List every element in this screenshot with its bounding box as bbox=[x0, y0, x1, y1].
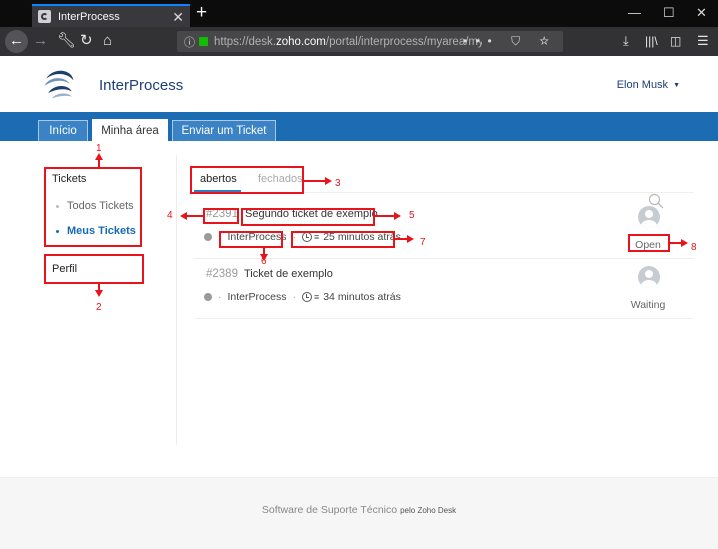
annotation-arrow-4 bbox=[180, 212, 187, 220]
close-tab-icon[interactable]: ✕ bbox=[172, 10, 184, 24]
annotation-box-5 bbox=[241, 208, 375, 226]
annotation-arrow-5 bbox=[394, 212, 401, 220]
user-menu[interactable]: Elon Musk ▼ bbox=[617, 79, 680, 91]
ticket-time-ago: 34 minutos atrás bbox=[323, 291, 401, 303]
sidebar-toggle-icon[interactable]: ◫ bbox=[670, 33, 681, 49]
site-info-icon[interactable]: ⓘ bbox=[184, 34, 195, 50]
status-dot-icon bbox=[204, 293, 212, 301]
footer-text: Software de Suporte Técnico pelo Zoho Des… bbox=[0, 504, 718, 516]
annotation-line-7 bbox=[395, 238, 407, 240]
user-name: Elon Musk bbox=[616, 79, 669, 91]
annotation-arrow-7 bbox=[407, 235, 414, 243]
ticket-subject[interactable]: Ticket de exemplo bbox=[244, 268, 333, 280]
nav-tab-minha-area[interactable]: Minha área bbox=[92, 119, 168, 141]
annotation-line-3 bbox=[304, 180, 325, 182]
annotation-line-4 bbox=[187, 215, 203, 217]
annotation-arrow-2 bbox=[95, 290, 103, 297]
annotation-box-2 bbox=[44, 254, 144, 284]
nav-tab-enviar-ticket[interactable]: Enviar um Ticket bbox=[172, 120, 276, 141]
annotation-label-2: 2 bbox=[96, 302, 102, 313]
ticket-department: InterProcess bbox=[227, 291, 287, 303]
annotation-box-3 bbox=[190, 166, 304, 194]
ticket-status: Waiting bbox=[630, 299, 666, 311]
minimize-window-icon[interactable]: — bbox=[628, 5, 641, 21]
annotation-line-5 bbox=[375, 215, 394, 217]
annotation-box-6 bbox=[219, 231, 283, 248]
ticket-meta: · InterProcess · ≡ 34 minutos atrás bbox=[204, 291, 401, 303]
close-window-icon[interactable]: ✕ bbox=[696, 5, 707, 21]
annotation-arrow-3 bbox=[325, 177, 332, 185]
reload-icon[interactable]: ↻ bbox=[80, 33, 93, 49]
home-icon[interactable]: ⌂ bbox=[103, 33, 112, 49]
annotation-label-8: 8 bbox=[691, 242, 697, 253]
assignee-avatar bbox=[638, 266, 660, 288]
maximize-window-icon[interactable]: ☐ bbox=[663, 5, 675, 21]
annotation-label-3: 3 bbox=[335, 178, 341, 189]
history-lines-icon: ≡ bbox=[313, 292, 320, 302]
caret-down-icon: ▼ bbox=[673, 82, 680, 89]
ticket-row[interactable]: #2389 Ticket de exemplo · InterProcess ·… bbox=[194, 259, 694, 319]
annotation-line-8 bbox=[670, 242, 681, 244]
sidebar-divider bbox=[176, 155, 177, 445]
annotation-label-6: 6 bbox=[261, 256, 267, 267]
assignee-avatar bbox=[638, 206, 660, 228]
browser-tab-title: InterProcess bbox=[58, 10, 120, 23]
annotation-label-7: 7 bbox=[420, 237, 426, 248]
back-arrow-icon[interactable]: ← bbox=[5, 30, 28, 53]
url-text[interactable]: https://desk.zoho.com/portal/interproces… bbox=[214, 36, 482, 48]
annotation-arrow-8 bbox=[681, 239, 688, 247]
library-icon[interactable]: |||\ bbox=[645, 33, 658, 49]
browser-titlebar: InterProcess ✕ + — ☐ ✕ bbox=[0, 0, 718, 27]
wrench-icon[interactable]: 🔧︎ bbox=[57, 33, 76, 49]
interprocess-logo bbox=[44, 70, 74, 99]
status-dot-icon bbox=[204, 233, 212, 241]
page-actions-icons[interactable]: ••• ⛉ ☆ bbox=[463, 34, 557, 49]
page-footer: Software de Suporte Técnico pelo Zoho Des… bbox=[0, 477, 718, 549]
url-bar[interactable]: ⓘ https://desk.zoho.com/portal/interproc… bbox=[177, 31, 563, 52]
annotation-box-1 bbox=[44, 167, 142, 247]
site-favicon-icon bbox=[38, 10, 51, 23]
browser-tab[interactable]: InterProcess ✕ bbox=[32, 4, 190, 27]
ticket-number[interactable]: #2389 bbox=[206, 268, 238, 280]
powered-by-link[interactable]: pelo Zoho Desk bbox=[400, 506, 456, 515]
annotation-label-4: 4 bbox=[167, 210, 173, 221]
main-nav-bar: Início Minha área Enviar um Ticket bbox=[0, 112, 718, 141]
secure-lock-icon bbox=[199, 37, 208, 46]
nav-tab-inicio[interactable]: Início bbox=[38, 120, 88, 141]
footer-label: Software de Suporte Técnico bbox=[261, 504, 398, 516]
annotation-box-4 bbox=[203, 208, 239, 224]
download-icon[interactable]: ⤓ bbox=[623, 33, 629, 49]
clock-icon bbox=[301, 292, 312, 302]
brand-name[interactable]: InterProcess bbox=[99, 77, 183, 94]
annotation-line-1 bbox=[98, 159, 100, 167]
annotation-box-7 bbox=[291, 231, 395, 248]
menu-hamburger-icon[interactable]: ☰ bbox=[697, 33, 709, 49]
browser-navbar: ← → 🔧︎ ↻ ⌂ ⓘ https://desk.zoho.com/porta… bbox=[0, 27, 718, 56]
forward-arrow-icon[interactable]: → bbox=[33, 33, 48, 49]
new-tab-icon[interactable]: + bbox=[196, 3, 207, 23]
annotation-box-8 bbox=[628, 234, 670, 252]
annotation-label-5: 5 bbox=[409, 210, 415, 221]
